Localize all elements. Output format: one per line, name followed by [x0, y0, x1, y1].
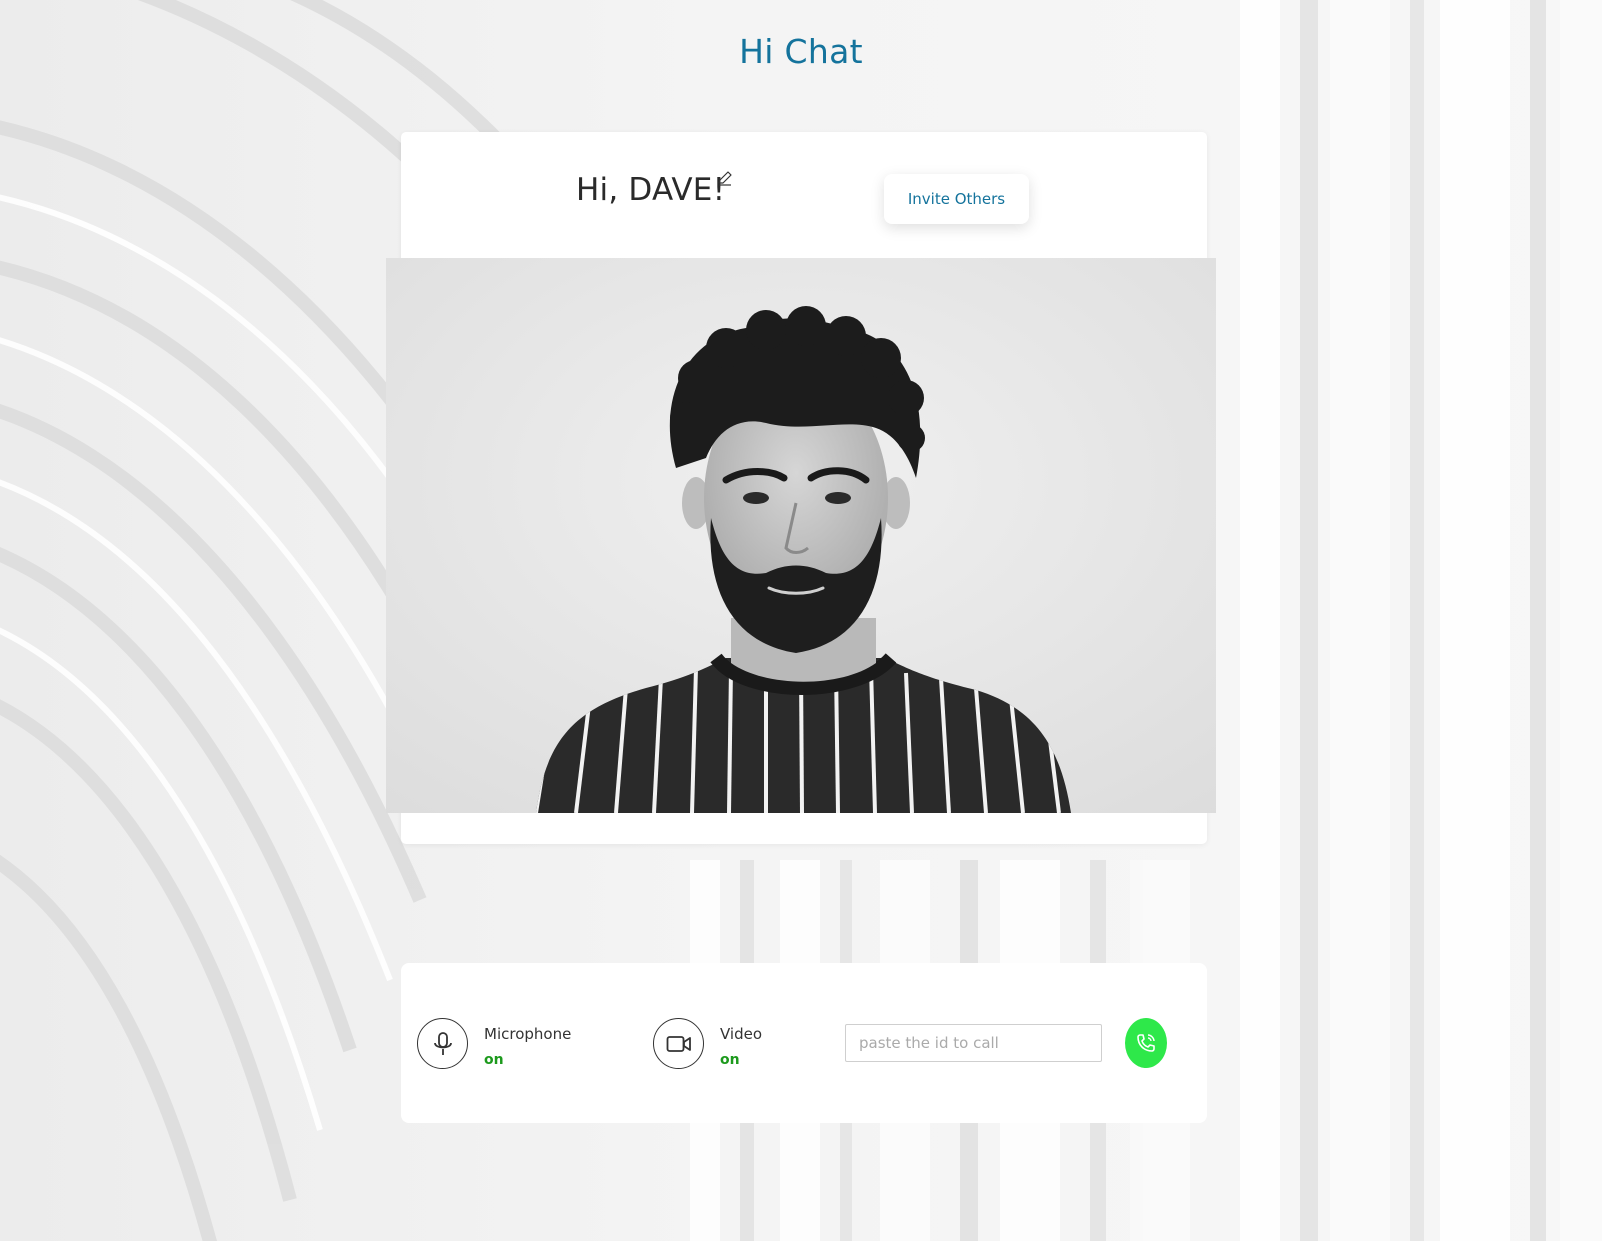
video-label: Video	[720, 1025, 763, 1043]
pencil-icon[interactable]	[717, 170, 733, 186]
local-video-feed	[386, 258, 1216, 813]
microphone-status: on	[484, 1052, 504, 1068]
microphone-label: Microphone	[484, 1025, 572, 1043]
invite-others-button[interactable]: Invite Others	[884, 174, 1029, 224]
video-toggle-button[interactable]	[653, 1018, 704, 1069]
phone-icon	[1137, 1034, 1155, 1052]
video-camera-icon	[666, 1035, 691, 1052]
app-title: Hi Chat	[739, 32, 863, 71]
call-button[interactable]	[1125, 1018, 1167, 1068]
microphone-icon	[433, 1031, 452, 1055]
microphone-toggle-button[interactable]	[417, 1018, 468, 1069]
person-video-image	[386, 258, 1216, 813]
user-greeting: Hi, DAVE!	[576, 172, 726, 208]
video-status: on	[720, 1052, 740, 1068]
call-id-input[interactable]	[845, 1024, 1102, 1062]
call-controls-panel: Microphone on Video on	[401, 963, 1207, 1123]
